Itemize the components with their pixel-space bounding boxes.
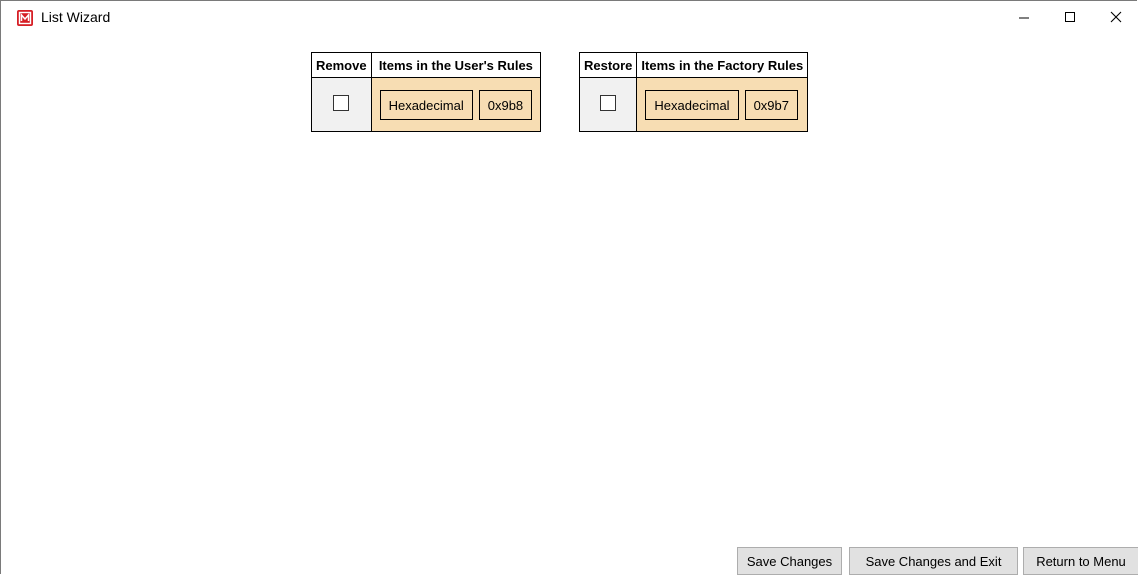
remove-header: Remove [311, 52, 372, 78]
table-row: Hexadecimal 0x9b7 [578, 77, 809, 132]
list-wizard-window: List Wizard Remove Items in the User's R… [0, 0, 1138, 575]
title-bar[interactable]: List Wizard [1, 1, 1137, 33]
factory-rules-table: Restore Items in the Factory Rules Hexad… [578, 52, 809, 132]
user-items-cell: Hexadecimal 0x9b8 [370, 77, 542, 132]
user-item-type[interactable]: Hexadecimal [379, 89, 473, 120]
maximize-icon [1065, 12, 1075, 22]
close-button[interactable] [1093, 1, 1138, 33]
restore-checkbox-cell [578, 77, 638, 132]
remove-checkbox[interactable] [333, 95, 350, 111]
factory-item-type[interactable]: Hexadecimal [645, 89, 739, 120]
user-rules-table: Remove Items in the User's Rules Hexadec… [311, 52, 542, 132]
table-header-row: Remove Items in the User's Rules [311, 52, 542, 78]
save-changes-button[interactable]: Save Changes [737, 547, 842, 575]
table-row: Hexadecimal 0x9b8 [311, 77, 542, 132]
factory-item-value[interactable]: 0x9b7 [744, 89, 798, 120]
factory-items-header: Items in the Factory Rules [636, 52, 809, 78]
user-items-header: Items in the User's Rules [370, 52, 542, 78]
app-logo-icon [17, 10, 33, 26]
save-changes-and-exit-button[interactable]: Save Changes and Exit [849, 547, 1018, 575]
restore-checkbox[interactable] [600, 95, 617, 111]
remove-checkbox-cell [311, 77, 372, 132]
user-item-value[interactable]: 0x9b8 [478, 89, 533, 120]
maximize-button[interactable] [1047, 1, 1093, 33]
minimize-button[interactable] [1001, 1, 1047, 33]
close-icon [1110, 11, 1122, 23]
table-header-row: Restore Items in the Factory Rules [578, 52, 809, 78]
minimize-icon [1019, 17, 1029, 19]
factory-items-cell: Hexadecimal 0x9b7 [636, 77, 809, 132]
window-title: List Wizard [41, 9, 111, 25]
return-to-menu-button[interactable]: Return to Menu [1023, 547, 1138, 575]
restore-header: Restore [578, 52, 638, 78]
